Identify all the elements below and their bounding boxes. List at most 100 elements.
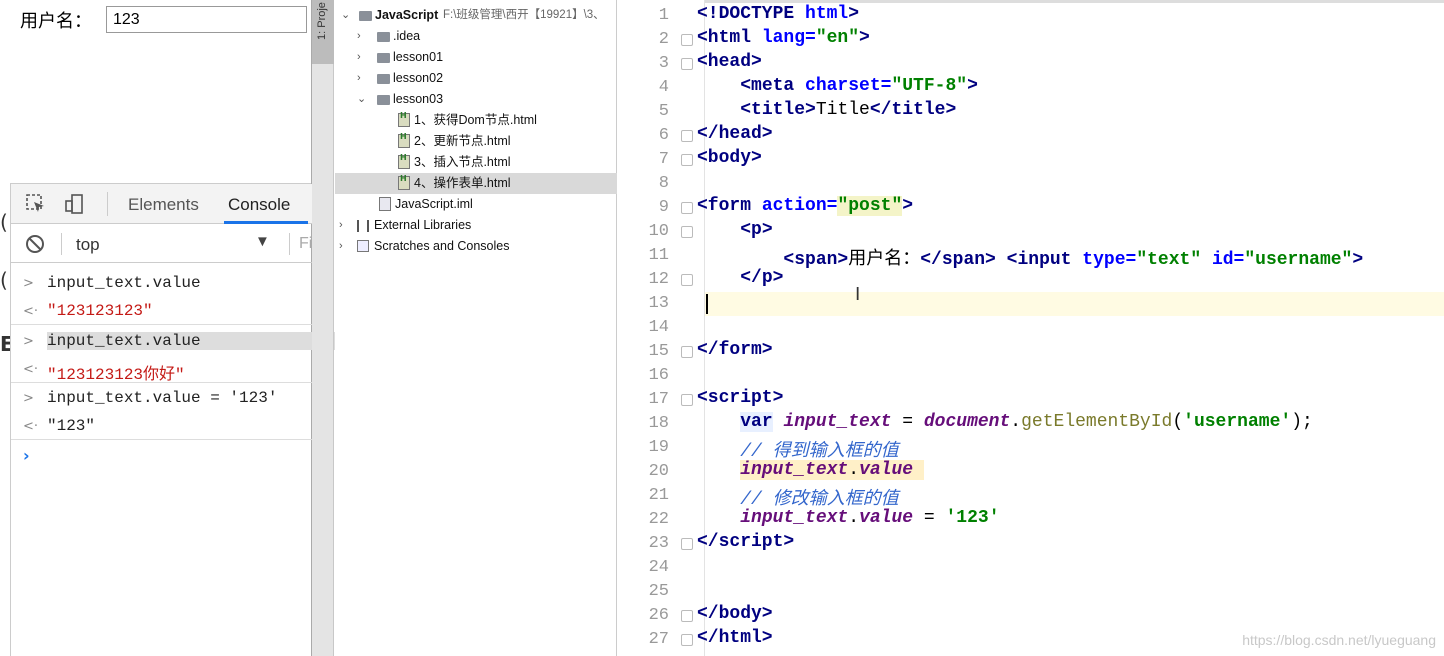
fold-icon[interactable]	[681, 346, 693, 358]
line-number: 25	[648, 582, 669, 601]
tree-file-2[interactable]: H 2、更新节点.html	[335, 131, 617, 152]
code-line: <head>	[697, 52, 762, 72]
code-line: input_text.value	[697, 460, 924, 480]
folder-icon	[377, 53, 390, 63]
code-line: var input_text = document.getElementById…	[740, 412, 1313, 432]
tree-item-label: .idea	[393, 29, 421, 43]
line-number: 18	[648, 414, 669, 433]
code-line: </p>	[740, 268, 784, 288]
browser-preview: 用户名： ( ( E Elements Console top ▼ Fi	[0, 0, 348, 656]
console-input: input_text.value = '123'	[47, 389, 278, 407]
device-toolbar-icon[interactable]	[63, 193, 85, 215]
code-editor[interactable]: 1 2 3 4 5 6 7 8 9 10 11 12 13 14 15 16 17 18 19 20 21 22 23 24 2…	[617, 0, 1444, 656]
tree-item-label: 2、更新节点.html	[414, 134, 511, 148]
fold-icon[interactable]	[681, 34, 693, 46]
project-tree: ⌄ JavaScript F:\班级管理\西开【19921】\3、 › .ide…	[335, 0, 617, 656]
filter-input[interactable]: Fi	[299, 235, 312, 253]
tree-item-label: 1、获得Dom节点.html	[414, 113, 537, 127]
tree-item-label: lesson02	[393, 71, 444, 85]
tree-item-idea[interactable]: › .idea	[335, 26, 617, 47]
line-number: 14	[648, 318, 669, 337]
tree-item-lesson03[interactable]: ⌄ lesson03	[335, 89, 617, 110]
line-number: 7	[658, 150, 669, 169]
code-line: </html>	[697, 628, 773, 648]
scratches-icon	[357, 240, 369, 252]
line-number-gutter: 1 2 3 4 5 6 7 8 9 10 11 12 13 14 15 16 17 18 19 20 21 22 23 24 2…	[617, 0, 687, 656]
tool-window-strip: 1: Proje	[312, 0, 334, 656]
console-prompt-icon[interactable]: ›	[23, 446, 30, 465]
code-line: </script>	[697, 532, 795, 552]
line-number: 20	[648, 462, 669, 481]
tree-scratches[interactable]: › Scratches and Consoles	[335, 236, 617, 257]
tree-item-lesson02[interactable]: › lesson02	[335, 68, 617, 89]
fold-icon[interactable]	[681, 58, 693, 70]
tree-file-iml[interactable]: JavaScript.iml	[335, 194, 617, 215]
tree-file-1[interactable]: H 1、获得Dom节点.html	[335, 110, 617, 131]
tree-root[interactable]: ⌄ JavaScript F:\班级管理\西开【19921】\3、	[335, 5, 617, 26]
html-file-icon: H	[398, 111, 410, 127]
tree-item-label: Scratches and Consoles	[374, 239, 510, 253]
tree-file-3[interactable]: H 3、插入节点.html	[335, 152, 617, 173]
line-number: 12	[648, 270, 669, 289]
tree-item-lesson01[interactable]: › lesson01	[335, 47, 617, 68]
fold-icon[interactable]	[681, 154, 693, 166]
tree-external-libraries[interactable]: › External Libraries	[335, 215, 617, 236]
html-file-icon: H	[398, 132, 410, 148]
line-number: 22	[648, 510, 669, 529]
context-select[interactable]: top	[76, 235, 100, 255]
username-input[interactable]	[106, 6, 307, 33]
fold-icon[interactable]	[681, 634, 693, 646]
chevron-right-icon: ›	[357, 51, 361, 63]
fold-icon[interactable]	[681, 202, 693, 214]
line-number: 2	[658, 30, 669, 49]
line-number: 6	[658, 126, 669, 145]
devtools-panel: Elements Console top ▼ Fi > input_text.v…	[10, 183, 348, 656]
code-line: <script>	[697, 388, 784, 408]
console-output: "123123123你好"	[47, 366, 185, 384]
divider	[11, 324, 312, 325]
line-number: 16	[648, 366, 669, 385]
chevron-down-icon: ⌄	[357, 93, 367, 105]
code-line: <p>	[740, 220, 773, 240]
tab-elements[interactable]: Elements	[128, 195, 199, 215]
fold-icon[interactable]	[681, 394, 693, 406]
ibeam-cursor-icon: I	[855, 284, 861, 305]
tree-file-4[interactable]: H 4、操作表单.html	[335, 173, 617, 194]
html-file-icon: H	[398, 153, 410, 169]
divider	[11, 382, 312, 383]
line-number: 27	[648, 630, 669, 649]
editor-top-border	[617, 0, 1444, 3]
fold-icon[interactable]	[681, 610, 693, 622]
console-input: input_text.value	[47, 274, 201, 292]
inspect-element-icon[interactable]	[25, 193, 47, 215]
line-number: 24	[648, 558, 669, 577]
console-toolbar: top ▼ Fi	[11, 225, 312, 263]
iml-file-icon	[379, 197, 391, 211]
code-line: <span>用户名：</span> <input type="text" id=…	[783, 250, 1364, 270]
fold-icon[interactable]	[681, 130, 693, 142]
tab-console[interactable]: Console	[228, 195, 290, 215]
chevron-down-icon: ⌄	[341, 9, 351, 21]
fold-gutter	[687, 0, 705, 656]
project-tool-tab[interactable]: 1: Proje	[312, 0, 334, 64]
line-number: 8	[658, 174, 669, 193]
code-line: // 修改输入框的值	[740, 490, 899, 510]
code-line: </head>	[697, 124, 773, 144]
project-tool-label: 1: Proje	[316, 2, 328, 40]
fold-icon[interactable]	[681, 274, 693, 286]
code-line: </body>	[697, 604, 773, 624]
html-file-icon: H	[398, 174, 410, 190]
divider	[61, 233, 62, 255]
fold-icon[interactable]	[681, 538, 693, 550]
line-number: 1	[658, 6, 669, 25]
line-number: 23	[648, 534, 669, 553]
tree-item-label: 3、插入节点.html	[414, 155, 511, 169]
line-number: 17	[648, 390, 669, 409]
chevron-right-icon: ›	[339, 219, 343, 231]
chevron-down-icon[interactable]: ▼	[255, 233, 270, 250]
tree-item-label: 4、操作表单.html	[414, 176, 511, 190]
code-line: input_text.value = '123'	[740, 508, 1000, 528]
tree-root-path: F:\班级管理\西开【19921】\3、	[443, 9, 605, 21]
fold-icon[interactable]	[681, 226, 693, 238]
clear-console-icon[interactable]	[25, 234, 45, 259]
